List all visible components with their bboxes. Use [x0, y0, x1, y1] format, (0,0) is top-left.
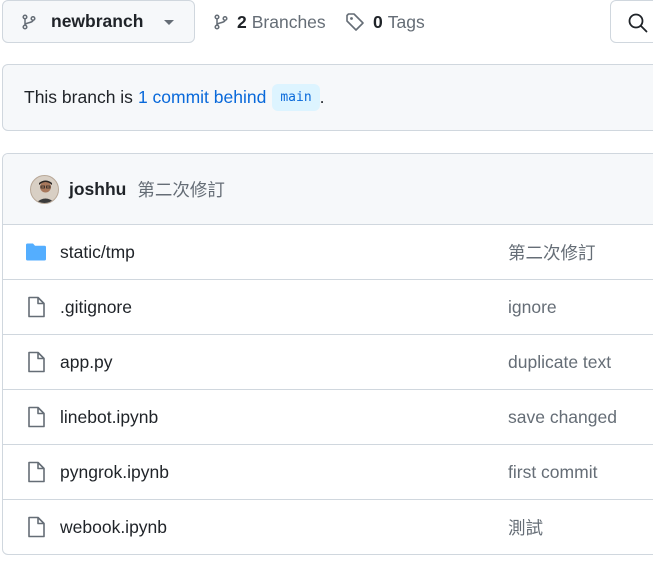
branch-selector-button[interactable]: newbranch [2, 0, 195, 43]
commits-behind-link[interactable]: 1 commit behind [138, 87, 266, 108]
branch-status-banner: This branch is 1 commit behind main . [2, 64, 653, 131]
file-name[interactable]: .gitignore [60, 297, 132, 318]
file-name[interactable]: static/tmp [60, 242, 135, 263]
repo-toolbar: newbranch 2 Branches 0 Tags [0, 0, 653, 44]
branches-link[interactable]: 2 Branches [213, 9, 326, 35]
tags-count: 0 [373, 11, 383, 32]
commit-author[interactable]: joshhu [69, 179, 126, 200]
file-commit-message[interactable]: duplicate text [508, 352, 611, 373]
table-row[interactable]: linebot.ipynb save changed [3, 390, 653, 445]
tags-link[interactable]: 0 Tags [345, 9, 425, 35]
branches-label: Branches [251, 11, 326, 32]
file-commit-message[interactable]: first commit [508, 462, 597, 483]
file-commit-message[interactable]: save changed [508, 407, 617, 428]
file-commit-message[interactable]: ignore [508, 297, 557, 318]
chevron-down-icon [164, 20, 174, 25]
git-branch-icon [214, 14, 228, 30]
table-row[interactable]: webook.ipynb 測試 [3, 500, 653, 554]
file-commit-message[interactable]: 測試 [508, 515, 543, 540]
file-name[interactable]: app.py [60, 352, 113, 373]
base-branch-badge[interactable]: main [272, 84, 320, 111]
go-to-file-search-button[interactable] [610, 0, 653, 43]
branch-name: newbranch [51, 11, 144, 31]
file-name[interactable]: linebot.ipynb [60, 407, 158, 428]
folder-icon [26, 243, 46, 261]
file-icon [28, 351, 45, 373]
table-row[interactable]: static/tmp 第二次修訂 [3, 225, 653, 280]
avatar[interactable] [30, 174, 59, 204]
latest-commit-header: joshhu 第二次修訂 [3, 154, 653, 225]
table-row[interactable]: app.py duplicate text [3, 335, 653, 390]
file-name[interactable]: webook.ipynb [60, 517, 167, 538]
search-icon [628, 13, 648, 33]
file-table: joshhu 第二次修訂 static/tmp 第二次修訂 .gitignore… [2, 153, 653, 555]
status-prefix: This branch is [24, 87, 133, 107]
git-branch-icon [22, 13, 36, 30]
file-icon [28, 461, 45, 483]
file-commit-message[interactable]: 第二次修訂 [508, 240, 596, 265]
status-suffix: . [319, 87, 325, 107]
file-icon [28, 406, 45, 428]
table-row[interactable]: .gitignore ignore [3, 280, 653, 335]
file-icon [28, 296, 45, 318]
tags-label: Tags [387, 11, 425, 32]
file-icon [28, 516, 45, 538]
tag-icon [346, 13, 364, 31]
avatar-image [31, 175, 58, 203]
table-row[interactable]: pyngrok.ipynb first commit [3, 445, 653, 500]
branches-count: 2 [237, 11, 247, 32]
file-name[interactable]: pyngrok.ipynb [60, 462, 169, 483]
commit-message[interactable]: 第二次修訂 [137, 177, 225, 202]
